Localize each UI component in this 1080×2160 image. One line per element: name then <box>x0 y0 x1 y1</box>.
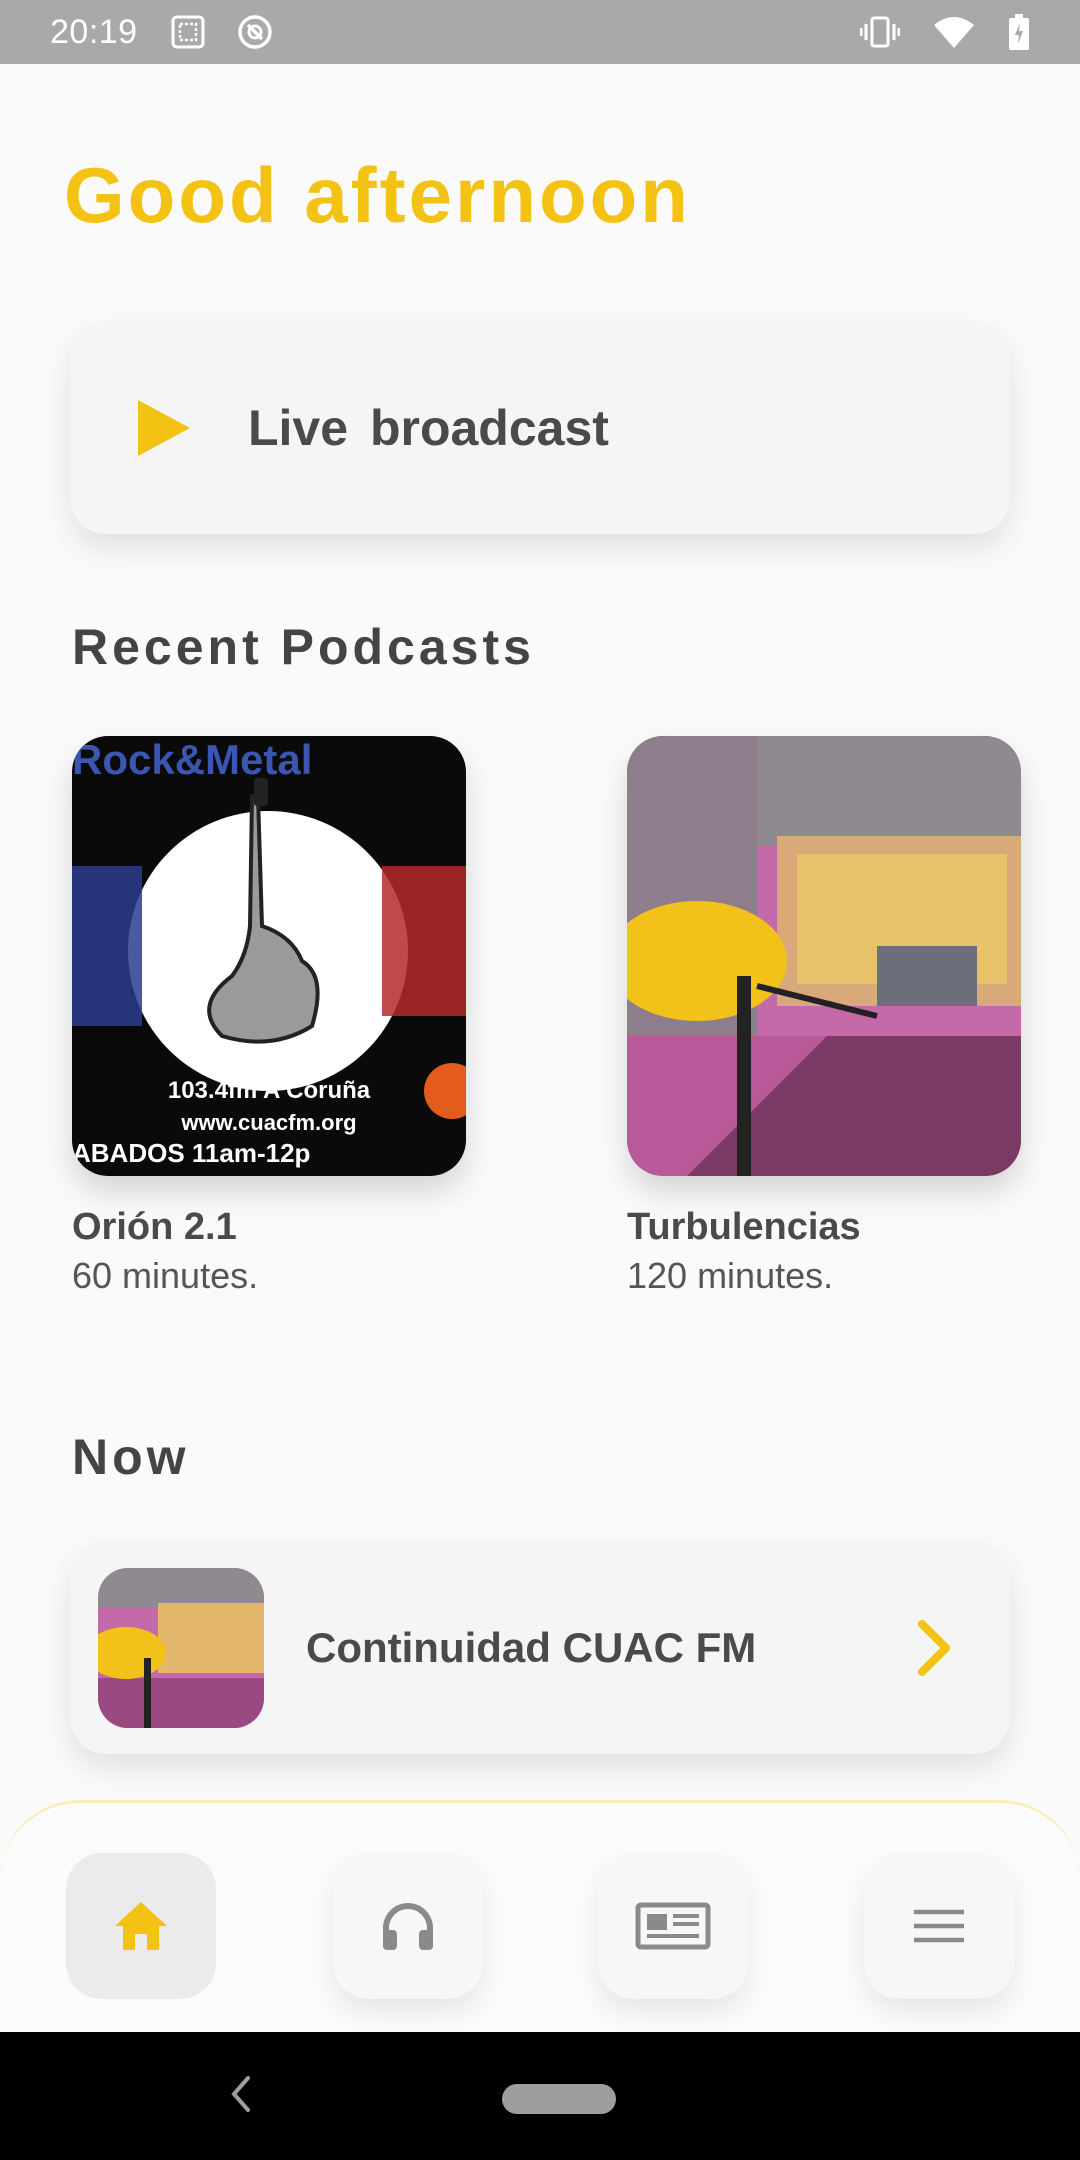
nav-home-button[interactable] <box>66 1853 216 1999</box>
now-playing-thumbnail <box>98 1568 264 1728</box>
home-pill[interactable] <box>502 2084 616 2114</box>
status-bar: 20:19 <box>0 0 1080 64</box>
system-navigation-bar <box>0 2032 1080 2160</box>
podcast-card-turbulencias[interactable]: Turbulencias 120 minutes. <box>627 736 1021 1297</box>
play-icon <box>138 400 190 456</box>
cover-slot-text: ABADOS 11am-12p <box>72 1138 310 1168</box>
greeting-title: Good afternoon <box>64 151 691 239</box>
podcast-duration: 60 minutes. <box>72 1255 259 1296</box>
podcast-card-orion[interactable]: Rock&Metal 103.4fm A Coruña www.cuacfm.o… <box>72 736 466 1297</box>
bottom-navigation <box>0 1800 1080 2032</box>
recent-podcasts-heading: Recent Podcasts <box>72 619 535 675</box>
chevron-right-icon[interactable] <box>914 1618 954 1678</box>
status-time: 20:19 <box>50 12 138 51</box>
news-icon <box>635 1902 711 1950</box>
wifi-icon <box>934 17 974 48</box>
nav-podcasts-button[interactable] <box>333 1853 483 1999</box>
vibrate-icon <box>860 16 900 48</box>
back-icon[interactable] <box>228 2074 252 2114</box>
screenshot-icon <box>171 15 205 49</box>
cover-site-text: www.cuacfm.org <box>180 1110 356 1135</box>
podcast-title: Orión 2.1 <box>72 1206 237 1248</box>
live-broadcast-card[interactable]: Live broadcast <box>70 322 1010 534</box>
sync-icon <box>237 15 272 49</box>
now-heading: Now <box>72 1429 190 1485</box>
headphones-icon <box>383 1903 433 1950</box>
now-playing-card[interactable]: Continuidad CUAC FM <box>70 1542 1010 1754</box>
podcast-cover-turbulencias[interactable] <box>627 736 1021 1176</box>
now-playing-title: Continuidad CUAC FM <box>306 1624 757 1671</box>
podcast-title: Turbulencias <box>627 1206 861 1248</box>
podcast-cover-orion[interactable]: Rock&Metal 103.4fm A Coruña www.cuacfm.o… <box>72 736 466 1176</box>
home-icon <box>115 1902 167 1950</box>
cover-frequency-text: 103.4fm A Coruña <box>168 1077 371 1104</box>
cover-banner-text: Rock&Metal <box>72 736 312 783</box>
podcast-duration: 120 minutes. <box>627 1255 834 1296</box>
menu-icon <box>914 1909 964 1943</box>
nav-menu-button[interactable] <box>864 1853 1014 1999</box>
nav-news-button[interactable] <box>598 1853 748 1999</box>
live-broadcast-label: Live broadcast <box>248 400 609 456</box>
battery-icon <box>1009 14 1029 50</box>
